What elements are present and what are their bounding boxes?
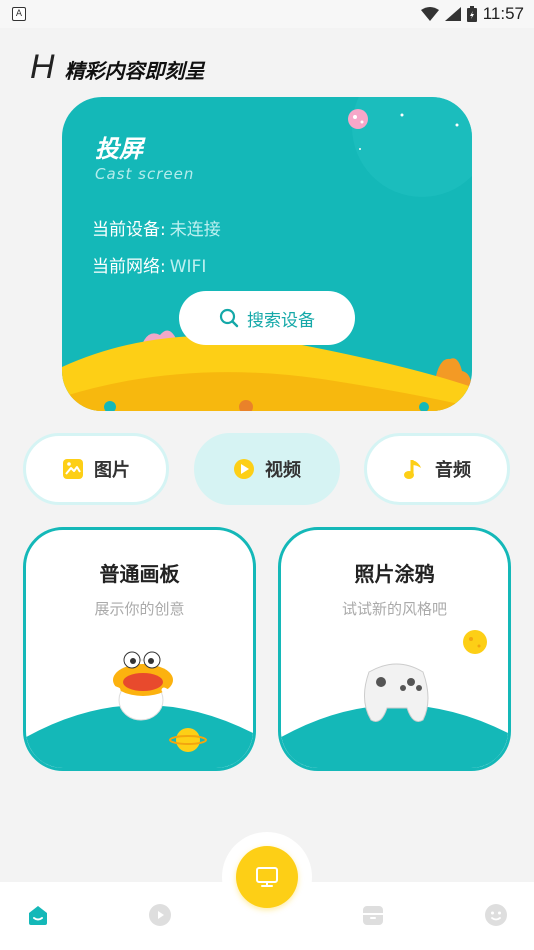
screen-cast-tab[interactable] [236,846,298,908]
audio-tab-label: 音频 [435,460,471,481]
home-tab[interactable] [25,902,51,928]
current-network-row: 当前网络: WIFI [92,252,206,277]
notification-icon: A [12,7,26,21]
search-device-button[interactable]: 搜索设备 [179,291,355,345]
video-tab-bottom[interactable] [147,902,173,928]
battery-icon [466,6,477,22]
current-device-label: 当前设备: [92,220,166,240]
current-device-row: 当前设备: 未连接 [92,215,221,240]
photo-doodle-title: 照片涂鸦 [354,562,435,586]
face-icon [485,904,507,926]
image-icon [63,459,83,479]
clock: 11:57 [482,4,524,23]
photo-tab-label: 图片 [94,460,130,481]
app-slogan: 精彩内容即刻呈 [64,59,205,83]
drawing-board-card[interactable]: 普通画板 展示你的创意 [23,527,256,771]
current-device-value: 未连接 [169,220,221,240]
current-network-label: 当前网络: [92,257,166,277]
photo-doodle-card[interactable]: 照片涂鸦 试试新的风格吧 [278,527,511,771]
photo-tab[interactable]: 图片 [23,433,169,505]
cast-subtitle: Cast screen [95,165,195,183]
audio-tab[interactable]: 音频 [364,433,510,505]
search-icon [219,308,239,328]
status-bar: A 11:57 [0,0,534,28]
screen-cast-icon [256,867,278,887]
box-icon [363,906,383,925]
play-icon [234,459,254,479]
video-tab[interactable]: 视频 [194,433,340,505]
app-logo: H [30,48,55,86]
cast-title: 投屏 [95,135,143,163]
home-icon [29,906,47,925]
video-tab-label: 视频 [265,460,301,481]
app-header: H 精彩内容即刻呈 [30,48,205,87]
wifi-icon [420,7,439,21]
play-circle-icon [149,904,171,926]
photo-doodle-subtitle: 试试新的风格吧 [341,600,447,618]
music-note-icon [404,460,421,479]
box-tab[interactable] [360,902,386,928]
current-network-value: WIFI [169,257,207,277]
search-device-label: 搜索设备 [247,310,315,331]
drawing-board-subtitle: 展示你的创意 [94,600,185,618]
drawing-board-title: 普通画板 [99,562,180,586]
cast-card[interactable]: 投屏 Cast screen 当前设备: 未连接 当前网络: WIFI 搜索设备 [62,97,472,411]
signal-icon [444,7,461,21]
profile-tab[interactable] [483,902,509,928]
